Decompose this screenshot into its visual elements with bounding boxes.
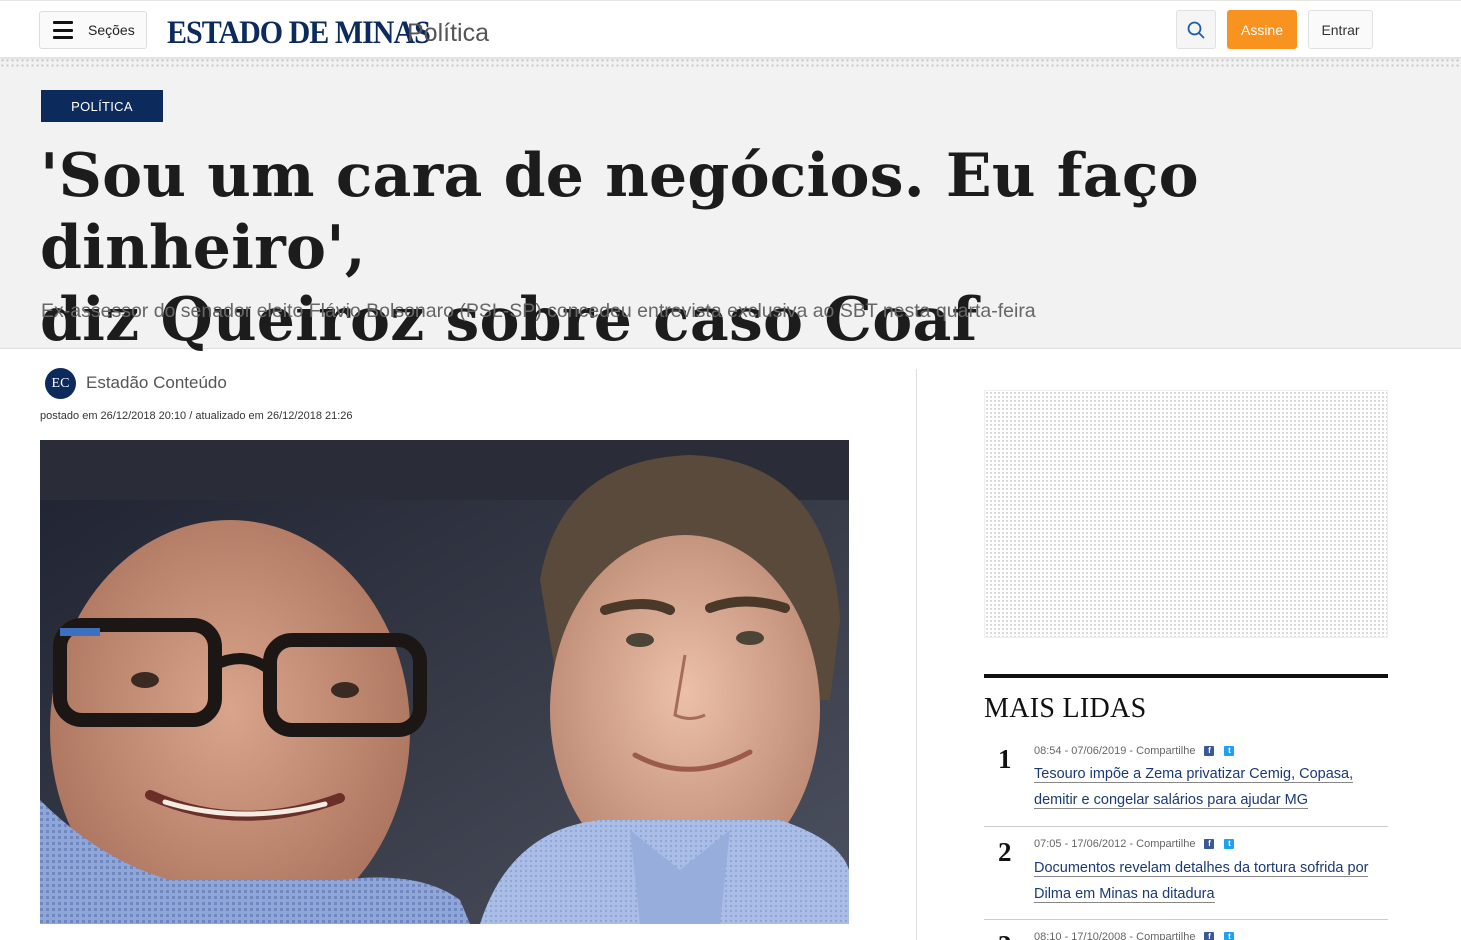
twitter-share-icon[interactable]: t xyxy=(1224,746,1235,756)
site-logo[interactable]: ESTADO DE MINAS xyxy=(167,15,431,52)
most-read-headline-link[interactable]: Documentos revelam detalhes da tortura s… xyxy=(1034,855,1374,907)
article-photo xyxy=(40,440,849,924)
decorative-dot-strip xyxy=(0,58,1461,67)
category-tag[interactable]: POLÍTICA xyxy=(41,90,163,122)
twitter-share-icon[interactable]: t xyxy=(1224,839,1235,849)
most-read-headline-link[interactable]: Tesouro impõe a Zema privatizar Cemig, C… xyxy=(1034,761,1374,813)
headline-line-1: 'Sou um cara de negócios. Eu faço dinhei… xyxy=(40,141,1199,283)
most-read-rank: 1 xyxy=(998,744,1012,774)
search-icon xyxy=(1187,21,1205,38)
article-subheadline: Ex-assessor do senador eleito Flávio Bol… xyxy=(41,300,1036,322)
twitter-share-icon[interactable]: t xyxy=(1224,932,1235,940)
most-read-timestamp: 08:54 - 07/06/2019 - Compartilhe xyxy=(1034,745,1196,757)
article-headline: 'Sou um cara de negócios. Eu faço dinhei… xyxy=(40,140,1410,356)
most-read-rank: 2 xyxy=(998,837,1012,867)
most-read-top-rule xyxy=(984,674,1388,678)
subscribe-button[interactable]: Assine xyxy=(1227,10,1297,49)
most-read-headline-line-2: demitir e congelar salários para ajudar … xyxy=(1034,792,1309,809)
most-read-item: 1 08:54 - 07/06/2019 - Compartilhe f t T… xyxy=(984,740,1388,827)
most-read-meta: 08:10 - 17/10/2008 - Compartilhe f t xyxy=(1034,931,1235,940)
most-read-meta: 08:54 - 07/06/2019 - Compartilhe f t xyxy=(1034,745,1235,757)
most-read-headline-line-1: Documentos revelam detalhes da tortura s… xyxy=(1034,860,1369,877)
most-read-timestamp: 07:05 - 17/06/2012 - Compartilhe xyxy=(1034,838,1196,850)
article-header: POLÍTICA 'Sou um cara de negócios. Eu fa… xyxy=(0,58,1461,355)
most-read-rank: 3 xyxy=(998,930,1012,940)
most-read-meta: 07:05 - 17/06/2012 - Compartilhe f t xyxy=(1034,838,1235,850)
most-read-headline-line-1: Tesouro impõe a Zema privatizar Cemig, C… xyxy=(1034,766,1354,783)
sections-menu-label: Seções xyxy=(88,22,135,38)
most-read-item: 3 08:10 - 17/10/2008 - Compartilhe f t xyxy=(984,927,1388,940)
author-name[interactable]: Estadão Conteúdo xyxy=(86,373,227,393)
advertisement-placeholder xyxy=(984,390,1388,638)
section-name-link[interactable]: Política xyxy=(407,19,489,48)
sections-menu-button[interactable]: Seções xyxy=(39,11,147,49)
facebook-share-icon[interactable]: f xyxy=(1204,839,1215,849)
facebook-share-icon[interactable]: f xyxy=(1204,746,1215,756)
login-button[interactable]: Entrar xyxy=(1308,10,1373,49)
most-read-headline-line-2: Dilma em Minas na ditadura xyxy=(1034,886,1215,903)
facebook-share-icon[interactable]: f xyxy=(1204,932,1215,940)
post-timestamp: postado em 26/12/2018 20:10 / atualizado… xyxy=(40,410,353,422)
hamburger-menu-icon xyxy=(53,21,73,39)
search-button[interactable] xyxy=(1176,10,1216,49)
most-read-timestamp: 08:10 - 17/10/2008 - Compartilhe xyxy=(1034,931,1196,940)
top-navigation-bar: Seções ESTADO DE MINAS Política Assine E… xyxy=(0,0,1461,58)
photo-illustration xyxy=(40,440,849,924)
column-divider xyxy=(916,369,917,940)
author-avatar: EC xyxy=(45,368,76,399)
most-read-item: 2 07:05 - 17/06/2012 - Compartilhe f t D… xyxy=(984,834,1388,920)
most-read-title: MAIS LIDAS xyxy=(984,693,1147,724)
